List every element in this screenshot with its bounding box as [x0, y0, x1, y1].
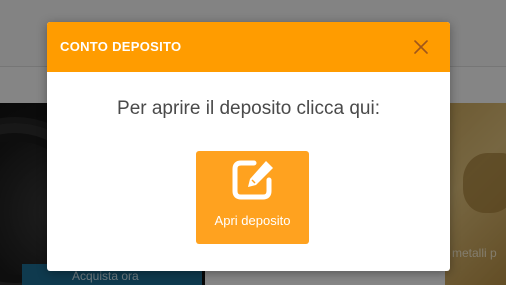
modal-header: CONTO DEPOSITO — [47, 22, 450, 72]
modal-title: CONTO DEPOSITO — [60, 39, 182, 54]
page-viewport: Acquista ora metalli p CONTO DEPOSITO Pe… — [0, 0, 506, 285]
close-icon — [414, 40, 428, 54]
modal-message: Per aprire il deposito clicca qui: — [117, 98, 380, 119]
deposit-modal: CONTO DEPOSITO Per aprire il deposito cl… — [47, 22, 450, 271]
open-deposit-button[interactable]: Apri deposito — [196, 151, 309, 244]
close-button[interactable] — [411, 37, 431, 57]
edit-icon — [232, 160, 273, 200]
open-deposit-label: Apri deposito — [214, 213, 291, 228]
